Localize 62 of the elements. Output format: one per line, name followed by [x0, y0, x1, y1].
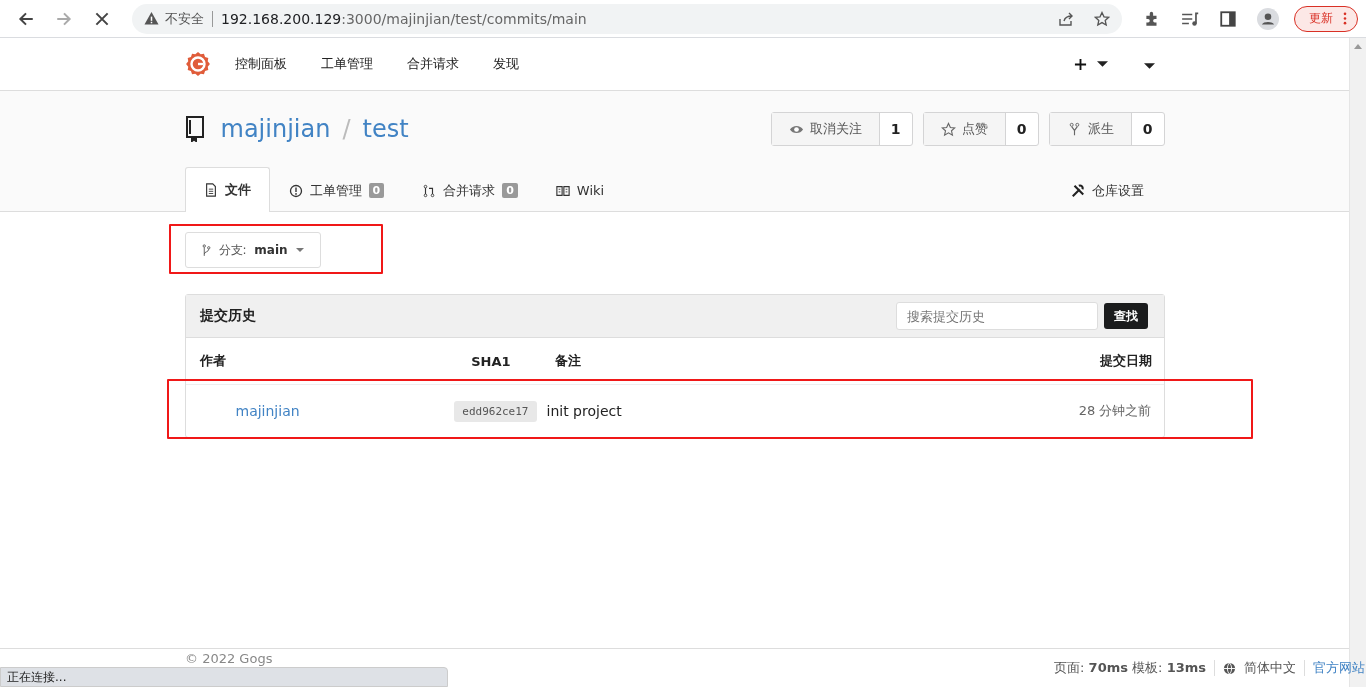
- caret-icon: [295, 248, 304, 252]
- repo-owner-link[interactable]: majinjian: [220, 115, 331, 143]
- document-icon: [203, 183, 218, 197]
- repo-action-button[interactable]: 点赞: [923, 113, 1006, 145]
- update-button[interactable]: 更新: [1294, 5, 1358, 32]
- pull-request-icon: [422, 183, 437, 198]
- nav-link[interactable]: 发现: [492, 55, 519, 73]
- tools-icon: [1070, 183, 1085, 198]
- author-link[interactable]: majinjian: [199, 403, 445, 419]
- warning-icon: [144, 11, 159, 26]
- branch-dropdown[interactable]: 分支: main: [184, 232, 321, 268]
- count-badge: 0: [502, 183, 518, 198]
- repo-tab[interactable]: Wiki: [536, 168, 624, 212]
- repo-tab[interactable]: 合并请求 0: [403, 168, 537, 212]
- search-button[interactable]: 查找: [1103, 303, 1148, 329]
- sha-label[interactable]: edd962ce17: [454, 400, 537, 422]
- share-icon[interactable]: [1058, 10, 1074, 27]
- website-link[interactable]: 官方网站: [1313, 659, 1365, 677]
- logo-icon[interactable]: [184, 51, 211, 77]
- nav-link[interactable]: 工单管理: [320, 55, 373, 73]
- column-header: 提交日期: [1098, 352, 1152, 370]
- globe-icon: [1223, 661, 1236, 675]
- caret-icon[interactable]: [1096, 61, 1108, 67]
- repo-tab[interactable]: 工单管理 0: [269, 168, 404, 212]
- nav-link[interactable]: 合并请求: [406, 55, 459, 73]
- plus-icon[interactable]: [1073, 57, 1087, 71]
- url-path: :3000/majinjian/test/commits/main: [341, 10, 587, 27]
- repo-name-link[interactable]: test: [362, 115, 409, 143]
- column-header: 作者: [199, 352, 227, 370]
- more-icon: [1343, 12, 1347, 25]
- settings-tab[interactable]: 仓库设置: [1051, 168, 1165, 212]
- nav-link[interactable]: 控制面板: [234, 55, 287, 73]
- address-bar[interactable]: 不安全 192.168.200.129:3000/majinjian/test/commits/main: [132, 3, 1122, 34]
- count-label: 1: [889, 120, 902, 139]
- repo-action-button[interactable]: 派生: [1049, 113, 1132, 145]
- star-icon[interactable]: [1094, 10, 1110, 27]
- render-time-text: 页面: 70ms 模板: 13ms: [1054, 659, 1206, 677]
- column-header: SHA1: [470, 353, 512, 369]
- language-link[interactable]: 简体中文: [1244, 659, 1296, 677]
- issue-icon: [288, 183, 303, 198]
- search-field[interactable]: 搜索提交历史: [895, 302, 1098, 330]
- url-host: 192.168.200.129: [221, 10, 342, 27]
- repo-tab[interactable]: 文件: [184, 167, 270, 212]
- branch-icon: [201, 243, 211, 257]
- status-bubble: 正在连接...: [0, 667, 448, 687]
- star-icon: [940, 121, 956, 137]
- caret-icon[interactable]: [1143, 63, 1155, 69]
- column-header: 备注: [553, 352, 582, 370]
- commit-message: init project: [545, 403, 623, 419]
- count-label: 0: [1141, 120, 1154, 139]
- profile-icon[interactable]: [1257, 7, 1279, 30]
- book-icon: [184, 116, 205, 142]
- sidebar-icon[interactable]: [1219, 9, 1237, 28]
- book-icon: [555, 183, 570, 198]
- path-separator: /: [342, 115, 351, 143]
- repo-action-button[interactable]: 取消关注: [771, 113, 880, 145]
- copyright-text: © 2022 Gogs: [185, 650, 273, 666]
- count-badge: 0: [368, 183, 385, 198]
- panel-title: 提交历史: [199, 307, 256, 325]
- commit-date: 28 分钟之前: [1077, 402, 1152, 420]
- security-label: 不安全: [165, 9, 204, 28]
- count-label: 0: [1015, 120, 1028, 139]
